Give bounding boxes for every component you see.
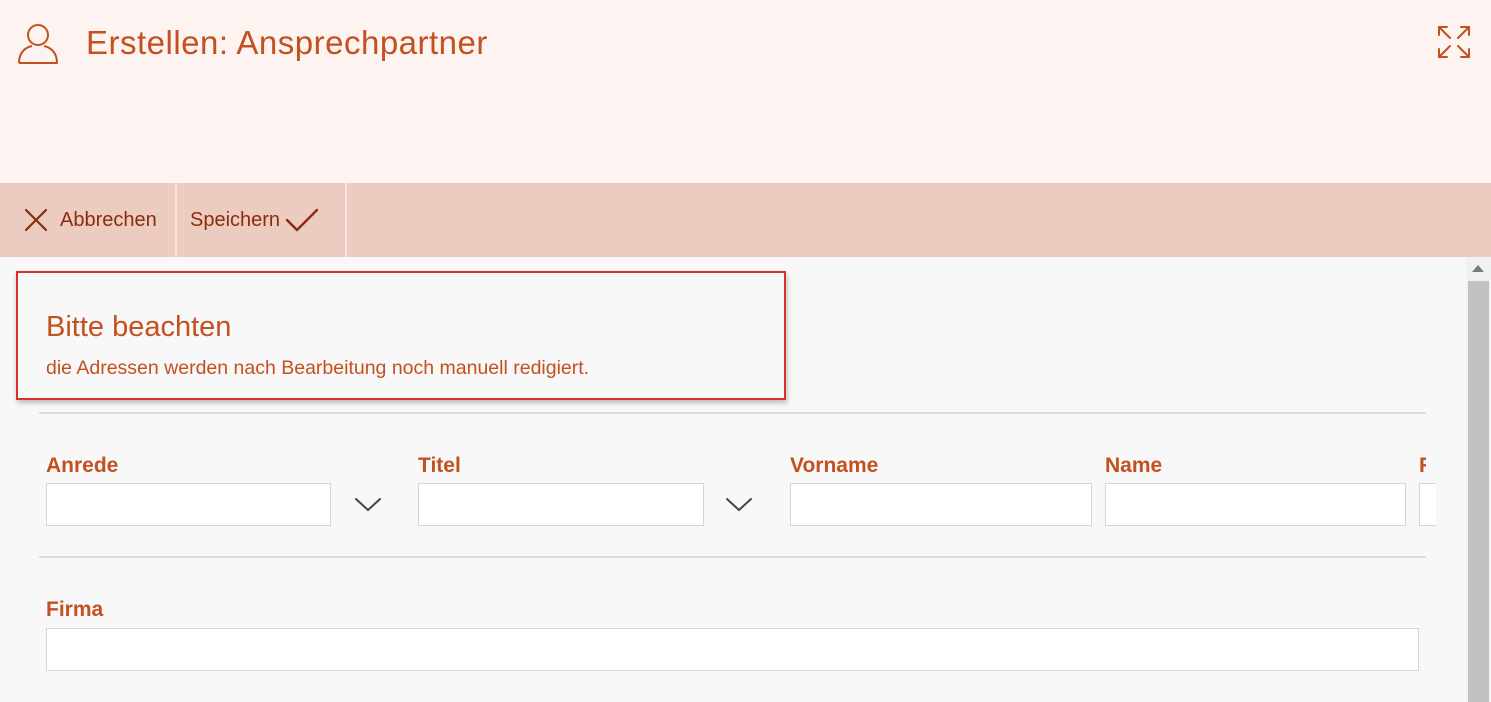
chevron-down-icon[interactable] xyxy=(724,494,754,514)
save-label: Speichern xyxy=(190,208,281,231)
dialog-header: Erstellen: Ansprechpartner xyxy=(0,0,1491,183)
truncated-field-label: F xyxy=(1419,454,1426,477)
vorname-field[interactable] xyxy=(790,483,1092,526)
name-field[interactable] xyxy=(1105,483,1406,526)
section-divider xyxy=(39,412,1426,414)
close-icon xyxy=(24,208,48,232)
anrede-select[interactable] xyxy=(46,483,331,526)
titel-label: Titel xyxy=(418,454,461,477)
user-icon xyxy=(18,24,58,64)
chevron-down-icon[interactable] xyxy=(353,494,383,514)
name-label: Name xyxy=(1105,454,1163,477)
save-button[interactable]: Speichern xyxy=(176,183,345,257)
page-title: Erstellen: Ansprechpartner xyxy=(86,24,488,61)
cancel-label: Abbrechen xyxy=(60,208,157,231)
firma-field[interactable] xyxy=(46,628,1419,671)
checkmark-icon xyxy=(285,208,319,232)
truncated-field[interactable] xyxy=(1419,483,1436,526)
notice-box: Bitte beachten die Adressen werden nach … xyxy=(16,271,786,400)
action-toolbar: Abbrechen Speichern xyxy=(0,183,1491,257)
vorname-label: Vorname xyxy=(790,454,879,477)
toolbar-divider xyxy=(345,183,347,257)
notice-title: Bitte beachten xyxy=(46,311,232,343)
section-divider xyxy=(39,556,1426,558)
firma-label: Firma xyxy=(46,598,104,621)
vertical-scrollbar[interactable] xyxy=(1466,257,1491,702)
form-content: Bitte beachten die Adressen werden nach … xyxy=(0,257,1466,702)
titel-select[interactable] xyxy=(418,483,704,526)
notice-text: die Adressen werden nach Bearbeitung noc… xyxy=(46,357,590,379)
scroll-up-arrow-icon[interactable] xyxy=(1472,265,1484,272)
anrede-label: Anrede xyxy=(46,454,119,477)
expand-icon[interactable] xyxy=(1436,24,1472,60)
cancel-button[interactable]: Abbrechen xyxy=(0,183,175,257)
scrollbar-thumb[interactable] xyxy=(1468,281,1489,702)
